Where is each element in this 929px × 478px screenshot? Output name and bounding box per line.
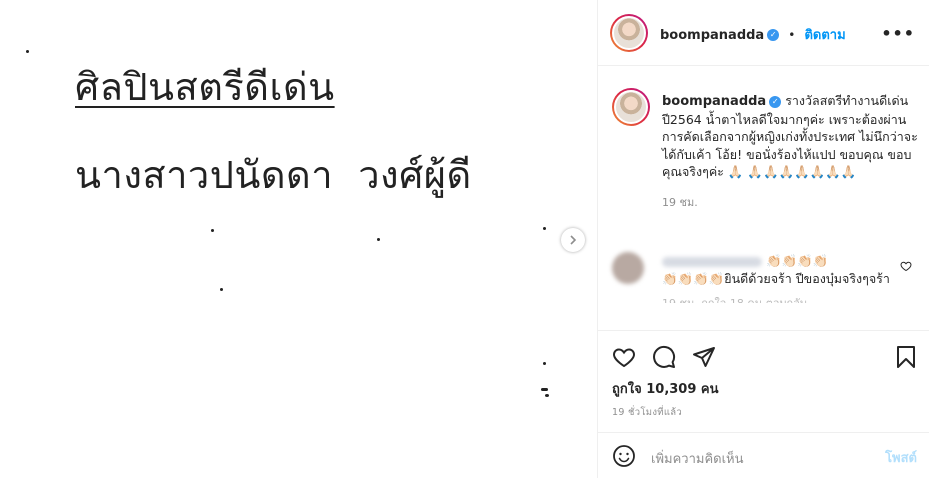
avatar[interactable] [612, 88, 650, 126]
post-header: boompanadda ✓ • ติดตาม ••• [598, 0, 929, 66]
commenter-avatar[interactable] [612, 252, 644, 284]
add-comment-bar: เพิ่มความคิดเห็น โพสต์ [598, 432, 929, 478]
comment-text-prefix: 👏🏻👏🏻👏🏻👏🏻 [765, 253, 829, 268]
ink-dot [26, 50, 29, 53]
caption-username[interactable]: boompanadda [662, 94, 766, 109]
heart-icon[interactable] [900, 260, 912, 272]
header-separator: • [788, 28, 796, 42]
share-icon[interactable] [692, 345, 716, 369]
more-horizontal-icon[interactable]: ••• [881, 24, 915, 43]
commenter-name[interactable] [662, 256, 762, 267]
ink-dot [541, 388, 548, 391]
comment-icon[interactable] [652, 345, 676, 369]
emoji-icon[interactable] [612, 444, 636, 468]
avatar[interactable] [610, 14, 648, 52]
ink-dot [211, 229, 214, 232]
ink-dot [543, 362, 546, 365]
chevron-right-icon [570, 235, 577, 245]
header-username[interactable]: boompanadda [660, 28, 764, 43]
likes-count[interactable]: ถูกใจ 10,309 คน [612, 378, 719, 399]
comment-meta[interactable]: 19 ชม. ถูกใจ 18 คน ตอบกลับ [662, 295, 897, 303]
post-side-panel: boompanadda ✓ • ติดตาม ••• boompanadda ✓ ร… [598, 0, 929, 478]
comment-text: 👏🏻👏🏻👏🏻👏🏻ยินดีด้วยจร้า ปีของบุ๋มจริงๆจร้า [662, 270, 890, 286]
post-image[interactable]: ศิลปินสตรีดีเด่น นางสาวปนัดดา วงศ์ผู้ดี [0, 0, 597, 478]
verified-icon: ✓ [769, 95, 782, 108]
ink-dot [545, 394, 549, 397]
next-slide-button[interactable] [561, 228, 585, 252]
ink-dot [220, 288, 223, 291]
comment-input[interactable]: เพิ่มความคิดเห็น [651, 448, 744, 469]
caption-time[interactable]: 19 ชม. [662, 194, 924, 212]
post-time-ago[interactable]: 19 ชั่วโมงที่แล้ว [612, 405, 682, 420]
ink-dot [543, 227, 546, 230]
heart-icon[interactable] [612, 345, 636, 369]
post-actions: ถูกใจ 10,309 คน 19 ชั่วโมงที่แล้ว [598, 330, 929, 418]
post-comment-button[interactable]: โพสต์ [885, 447, 917, 468]
verified-icon: ✓ [767, 28, 780, 41]
follow-button[interactable]: ติดตาม [804, 28, 845, 43]
bookmark-icon[interactable] [895, 345, 917, 369]
post-image-title: ศิลปินสตรีดีเด่น [75, 65, 335, 109]
post-image-name: นางสาวปนัดดา วงศ์ผู้ดี [75, 153, 472, 197]
ink-dot [377, 238, 380, 241]
